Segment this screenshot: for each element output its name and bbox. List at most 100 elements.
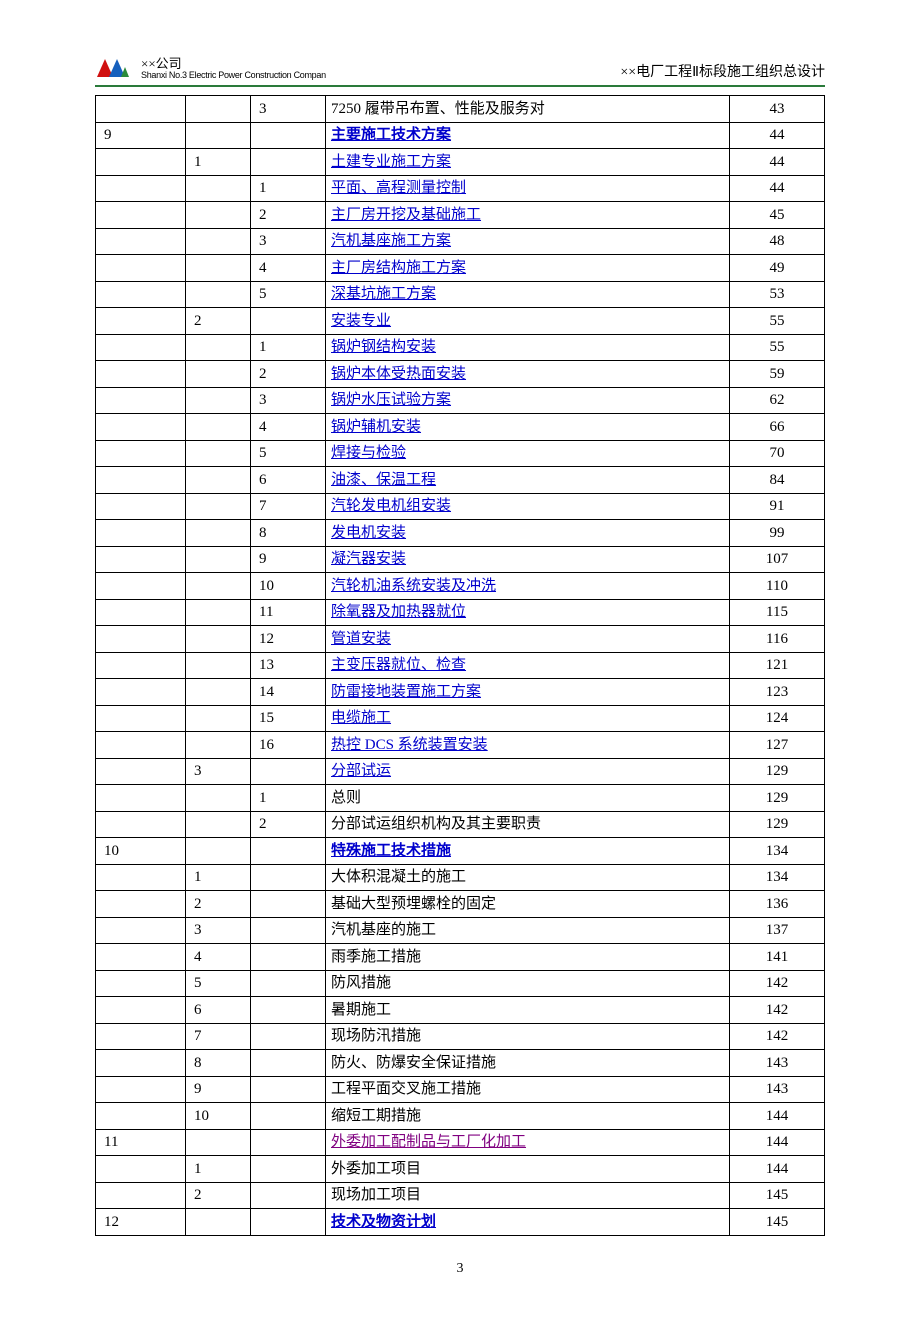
toc-link[interactable]: 热控 DCS 系统装置安装: [331, 737, 488, 753]
toc-title[interactable]: 管道安装: [326, 626, 730, 653]
toc-link[interactable]: 汽机基座施工方案: [331, 233, 451, 249]
toc-link[interactable]: 除氧器及加热器就位: [331, 604, 466, 620]
table-row: 11除氧器及加热器就位115: [96, 599, 825, 626]
toc-page: 48: [730, 228, 825, 255]
level2-num: [186, 96, 251, 123]
toc-title[interactable]: 除氧器及加热器就位: [326, 599, 730, 626]
level1-num: [96, 440, 186, 467]
toc-link[interactable]: 电缆施工: [331, 710, 391, 726]
toc-link[interactable]: 发电机安装: [331, 525, 406, 541]
toc-title[interactable]: 土建专业施工方案: [326, 149, 730, 176]
level1-num: [96, 467, 186, 494]
toc-title[interactable]: 锅炉本体受热面安装: [326, 361, 730, 388]
toc-title: 大体积混凝土的施工: [326, 864, 730, 891]
toc-link[interactable]: 安装专业: [331, 313, 391, 329]
toc-title[interactable]: 安装专业: [326, 308, 730, 335]
level3-num: 13: [251, 652, 326, 679]
toc-link[interactable]: 平面、高程测量控制: [331, 180, 466, 196]
toc-title[interactable]: 主厂房结构施工方案: [326, 255, 730, 282]
level1-num: [96, 573, 186, 600]
toc-page: 55: [730, 334, 825, 361]
table-row: 5防风措施142: [96, 970, 825, 997]
level2-num: [186, 1209, 251, 1236]
level3-num: [251, 917, 326, 944]
toc-link[interactable]: 汽轮发电机组安装: [331, 498, 451, 514]
toc-title[interactable]: 分部试运: [326, 758, 730, 785]
toc-title[interactable]: 锅炉辅机安装: [326, 414, 730, 441]
level3-num: [251, 1129, 326, 1156]
toc-link[interactable]: 外委加工配制品与工厂化加工: [331, 1134, 526, 1150]
toc-link[interactable]: 深基坑施工方案: [331, 286, 436, 302]
toc-title[interactable]: 主变压器就位、检查: [326, 652, 730, 679]
toc-page: 129: [730, 785, 825, 812]
toc-link[interactable]: 锅炉辅机安装: [331, 419, 421, 435]
toc-title[interactable]: 油漆、保温工程: [326, 467, 730, 494]
level2-num: 2: [186, 1182, 251, 1209]
toc-link[interactable]: 主变压器就位、检查: [331, 657, 466, 673]
toc-page: 59: [730, 361, 825, 388]
table-row: 8防火、防爆安全保证措施143: [96, 1050, 825, 1077]
toc-title[interactable]: 主要施工技术方案: [326, 122, 730, 149]
level1-num: [96, 1156, 186, 1183]
toc-page: 142: [730, 997, 825, 1024]
toc-title[interactable]: 汽机基座施工方案: [326, 228, 730, 255]
toc-link[interactable]: 土建专业施工方案: [331, 154, 451, 170]
level2-num: [186, 520, 251, 547]
company-logo-icon: [95, 55, 135, 83]
toc-title: 防火、防爆安全保证措施: [326, 1050, 730, 1077]
toc-link[interactable]: 管道安装: [331, 631, 391, 647]
toc-link[interactable]: 锅炉钢结构安装: [331, 339, 436, 355]
toc-link[interactable]: 锅炉水压试验方案: [331, 392, 451, 408]
level3-num: 12: [251, 626, 326, 653]
toc-link[interactable]: 防雷接地装置施工方案: [331, 684, 481, 700]
toc-page: 144: [730, 1129, 825, 1156]
level2-num: [186, 281, 251, 308]
toc-link[interactable]: 技术及物资计划: [331, 1214, 436, 1230]
toc-title[interactable]: 热控 DCS 系统装置安装: [326, 732, 730, 759]
toc-link[interactable]: 凝汽器安装: [331, 551, 406, 567]
toc-page: 44: [730, 122, 825, 149]
level3-num: 8: [251, 520, 326, 547]
company-name-en: Shanxi No.3 Electric Power Construction …: [141, 71, 326, 81]
table-row: 9主要施工技术方案44: [96, 122, 825, 149]
toc-link[interactable]: 汽轮机油系统安装及冲洗: [331, 578, 496, 594]
toc-title[interactable]: 外委加工配制品与工厂化加工: [326, 1129, 730, 1156]
level3-num: 10: [251, 573, 326, 600]
table-row: 1锅炉钢结构安装55: [96, 334, 825, 361]
table-row: 1土建专业施工方案44: [96, 149, 825, 176]
level2-num: [186, 387, 251, 414]
toc-title[interactable]: 焊接与检验: [326, 440, 730, 467]
level3-num: 7: [251, 493, 326, 520]
toc-title[interactable]: 凝汽器安装: [326, 546, 730, 573]
toc-title[interactable]: 主厂房开挖及基础施工: [326, 202, 730, 229]
toc-title[interactable]: 锅炉水压试验方案: [326, 387, 730, 414]
toc-title[interactable]: 发电机安装: [326, 520, 730, 547]
toc-link[interactable]: 油漆、保温工程: [331, 472, 436, 488]
level3-num: [251, 864, 326, 891]
toc-page: 144: [730, 1156, 825, 1183]
toc-link[interactable]: 焊接与检验: [331, 445, 406, 461]
toc-title[interactable]: 电缆施工: [326, 705, 730, 732]
toc-title[interactable]: 深基坑施工方案: [326, 281, 730, 308]
level2-num: 1: [186, 1156, 251, 1183]
toc-link[interactable]: 特殊施工技术措施: [331, 843, 451, 859]
level1-num: [96, 891, 186, 918]
table-row: 12管道安装116: [96, 626, 825, 653]
level3-num: [251, 1182, 326, 1209]
toc-link[interactable]: 分部试运: [331, 763, 391, 779]
toc-link[interactable]: 主厂房开挖及基础施工: [331, 207, 481, 223]
toc-title[interactable]: 汽轮机油系统安装及冲洗: [326, 573, 730, 600]
toc-link[interactable]: 主厂房结构施工方案: [331, 260, 466, 276]
toc-page: 66: [730, 414, 825, 441]
toc-link[interactable]: 锅炉本体受热面安装: [331, 366, 466, 382]
toc-title[interactable]: 特殊施工技术措施: [326, 838, 730, 865]
toc-title[interactable]: 平面、高程测量控制: [326, 175, 730, 202]
toc-title[interactable]: 锅炉钢结构安装: [326, 334, 730, 361]
level1-num: 10: [96, 838, 186, 865]
toc-page: 115: [730, 599, 825, 626]
toc-title[interactable]: 防雷接地装置施工方案: [326, 679, 730, 706]
toc-page: 44: [730, 175, 825, 202]
toc-title[interactable]: 汽轮发电机组安装: [326, 493, 730, 520]
toc-link[interactable]: 主要施工技术方案: [331, 127, 451, 143]
toc-title[interactable]: 技术及物资计划: [326, 1209, 730, 1236]
